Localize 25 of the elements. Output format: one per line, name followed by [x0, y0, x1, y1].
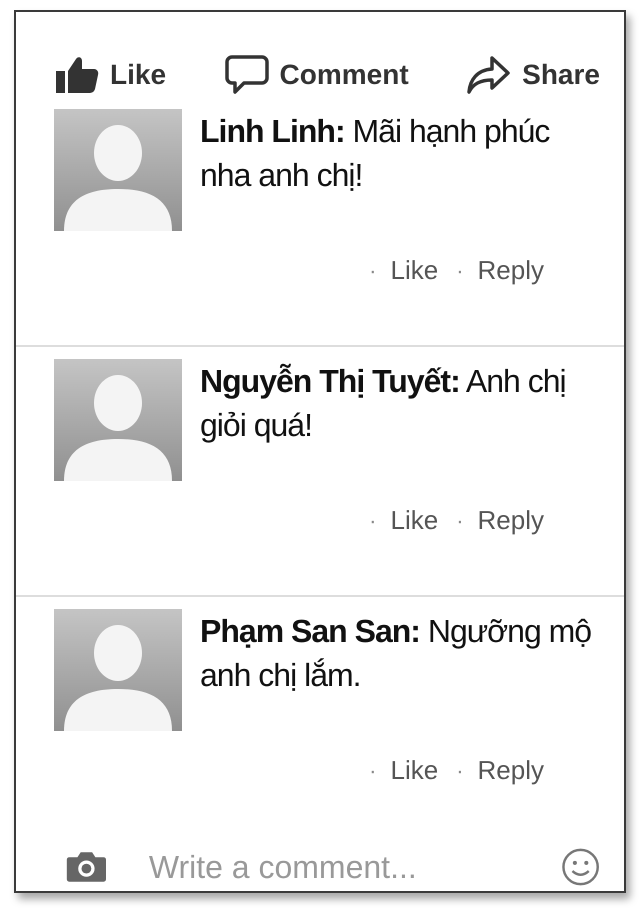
share-button[interactable]: Share [466, 54, 600, 94]
comment-link[interactable]: Reply [478, 505, 544, 536]
comment-text: Nguyễn Thị Tuyết: Anh chị giỏi quá! [200, 362, 567, 445]
like-button[interactable]: Like [54, 54, 166, 94]
thumbs-up-icon [54, 54, 100, 94]
separator-dot: · [456, 258, 464, 284]
separator-dot: · [456, 508, 464, 534]
speech-bubble-icon [224, 54, 270, 96]
share-arrow-icon [466, 54, 512, 94]
comment-input[interactable]: Write a comment... [146, 848, 521, 886]
comment-link[interactable]: Reply [478, 255, 544, 286]
separator-dot: · [369, 258, 376, 284]
avatar-icon [54, 359, 182, 481]
avatar-icon [54, 109, 182, 231]
comment-link[interactable]: Like [390, 755, 438, 786]
separator-dot: · [369, 508, 376, 534]
avatar-icon [54, 609, 182, 731]
comment-button[interactable]: Comment [224, 54, 409, 96]
separator-dot: · [456, 758, 464, 784]
comment-link[interactable]: Like [390, 505, 438, 536]
comment-text: Phạm San San: Ngưỡng mộ anh chị lắm. [200, 612, 592, 695]
comment-link[interactable]: Reply [478, 755, 544, 786]
separator-dot: · [369, 758, 376, 784]
comment-text: Linh Linh: Mãi hạnh phúc nha anh chị! [200, 112, 550, 195]
comment-link[interactable]: Like [390, 255, 438, 286]
